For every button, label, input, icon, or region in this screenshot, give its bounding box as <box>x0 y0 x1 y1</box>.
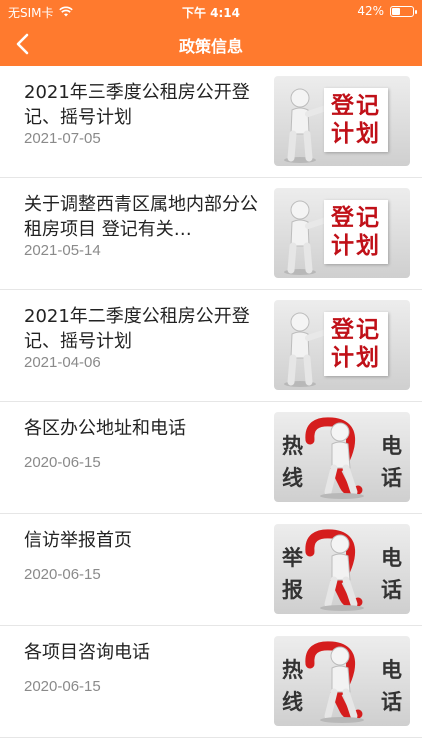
thumb-char: 线 <box>282 690 303 714</box>
item-title: 2021年三季度公租房公开登记、摇号计划 <box>24 82 250 128</box>
item-date: 2020-06-15 <box>24 454 101 471</box>
thumb-char: 线 <box>282 466 303 490</box>
item-title: 各项目咨询电话 <box>24 642 150 663</box>
item-title: 2021年二季度公租房公开登记、摇号计划 <box>24 306 250 352</box>
item-date: 2021-07-05 <box>24 130 101 147</box>
battery-percent: 42% <box>357 4 384 18</box>
thumb-char: 报 <box>282 578 303 602</box>
sign-line: 计划 <box>331 121 381 147</box>
item-thumbnail: 登记 计划 <box>274 300 410 390</box>
nav-bar: 政策信息 <box>0 22 422 66</box>
item-date: 2020-06-15 <box>24 678 101 695</box>
item-thumbnail: 登记 计划 <box>274 188 410 278</box>
thumb-char: 话 <box>381 690 402 714</box>
sign-line: 登记 <box>331 317 381 343</box>
thumb-char: 话 <box>381 578 402 602</box>
list-item[interactable]: 各项目咨询电话 2020-06-15 热线 电话 <box>0 626 422 738</box>
status-bar: 无SIM卡 下午 4:14 42% <box>0 0 422 22</box>
status-right: 42% <box>357 4 417 18</box>
sign-board: 登记 计划 <box>324 312 388 376</box>
sign-line: 登记 <box>331 205 381 231</box>
sign-line: 登记 <box>331 93 381 119</box>
sign-board: 登记 计划 <box>324 88 388 152</box>
list-item[interactable]: 各区办公地址和电话 2020-06-15 热线 电话 <box>0 402 422 514</box>
thumb-char: 电 <box>381 546 402 570</box>
thumb-char: 举 <box>282 546 303 570</box>
sign-line: 计划 <box>331 345 381 371</box>
item-thumbnail: 登记 计划 <box>274 76 410 166</box>
thumb-char: 电 <box>381 658 402 682</box>
item-date: 2021-04-06 <box>24 354 101 371</box>
battery-icon <box>390 5 417 17</box>
item-thumbnail: 热线 电话 <box>274 636 410 726</box>
sign-line: 计划 <box>331 233 381 259</box>
list-item[interactable]: 信访举报首页 2020-06-15 举报 电话 <box>0 514 422 626</box>
thumb-char: 电 <box>381 434 402 458</box>
battery-fill <box>392 7 401 15</box>
thumb-char: 话 <box>381 466 402 490</box>
list-item[interactable]: 2021年三季度公租房公开登记、摇号计划 2021-07-05 登记 计划 <box>0 66 422 178</box>
item-date: 2021-05-14 <box>24 242 101 259</box>
item-thumbnail: 热线 电话 <box>274 412 410 502</box>
page-title: 政策信息 <box>178 37 243 56</box>
sign-board: 登记 计划 <box>324 200 388 264</box>
item-title: 关于调整西青区属地内部分公租房项目 登记有关… <box>24 194 258 240</box>
thumb-char: 热 <box>282 434 303 458</box>
list-item[interactable]: 关于调整西青区属地内部分公租房项目 登记有关… 2021-05-14 登记 计划 <box>0 178 422 290</box>
item-thumbnail: 举报 电话 <box>274 524 410 614</box>
policy-list: 2021年三季度公租房公开登记、摇号计划 2021-07-05 登记 计划 关于调整西青… <box>0 66 422 738</box>
item-date: 2020-06-15 <box>24 566 101 583</box>
item-title: 各区办公地址和电话 <box>24 418 186 439</box>
item-title: 信访举报首页 <box>24 530 132 551</box>
thumb-char: 热 <box>282 658 303 682</box>
list-item[interactable]: 2021年二季度公租房公开登记、摇号计划 2021-04-06 登记 计划 <box>0 290 422 402</box>
